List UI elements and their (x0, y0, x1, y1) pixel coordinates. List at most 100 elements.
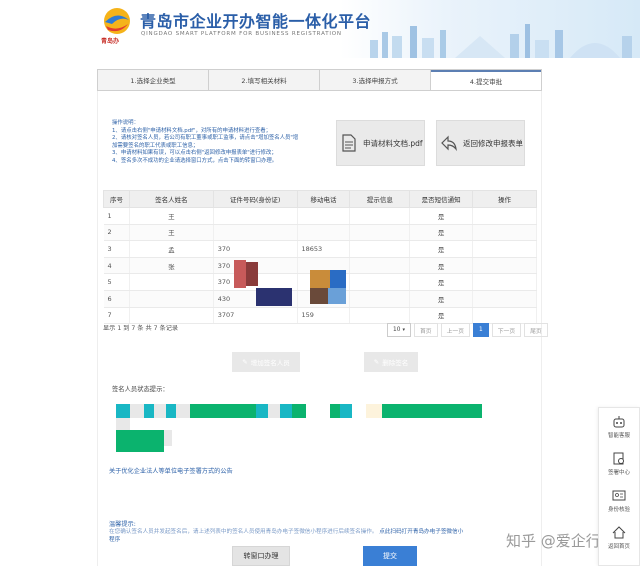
pagination-info: 显示 1 到 7 条 共 7 条记录 (103, 325, 179, 332)
signer-name: 孟 (129, 240, 214, 258)
signer-name (129, 290, 214, 308)
signer-phone (297, 207, 351, 225)
table-row: 1 王 是 (103, 207, 537, 225)
next-page-button[interactable]: 下一页 (491, 323, 522, 337)
signer-tip (349, 307, 411, 325)
hint-body: 在您确认签名人员并发起签名后，请上述列表中的签名人员使用青岛办电子签微信小程序进… (109, 528, 464, 544)
header-banner (340, 0, 640, 58)
smart-service-item[interactable]: 智能客服 (599, 408, 639, 445)
row-number: 2 (103, 224, 130, 242)
row-number: 7 (103, 307, 130, 325)
signer-table: 序号 签名人姓名 证件号码(身份证) 移动电话 提示信息 是否短信通知 操作 1… (103, 190, 537, 325)
row-operation[interactable] (472, 290, 537, 308)
float-item-label: 智能客服 (607, 432, 630, 439)
step-tabs: 1.选择企业类型 2.填写相关材料 3.选择申报方式 4.提交审批 (97, 69, 542, 91)
back-modify-label: 返回修改申报表单 (463, 138, 523, 148)
current-page-button[interactable]: 1 (473, 323, 489, 337)
pdf-document-label: 申请材料文档.pdf (363, 138, 423, 148)
transfer-to-counter-button[interactable]: 转窗口办理 (232, 546, 290, 566)
row-number: 5 (103, 273, 130, 291)
page-size-select[interactable]: 10 ▾ (387, 323, 411, 337)
row-operation[interactable] (472, 224, 537, 242)
return-arrow-icon (441, 135, 457, 152)
instruction-line: 2、请核对签名人员，若公司有职工董事或职工监事，请点击"增加签名人员"增 (112, 135, 299, 142)
sign-center-icon (613, 452, 624, 464)
float-item-label: 返回首页 (607, 543, 630, 550)
sms-notify: 是 (409, 290, 474, 308)
qingdao-logo (104, 8, 130, 34)
instructions-title: 操作说明： (112, 120, 139, 126)
column-header: 是否短信通知 (409, 190, 474, 208)
signer-status-label: 签名人员状态提示： (112, 386, 169, 393)
instruction-line: 4、签名多次不成功的企业请选择窗口方式，点击下面的转窗口办理。 (112, 157, 278, 164)
sms-notify: 是 (409, 307, 474, 325)
sms-notify: 是 (409, 240, 474, 258)
row-number: 6 (103, 290, 130, 308)
signer-name (129, 307, 214, 325)
signer-tip (349, 224, 411, 242)
column-header: 证件号码(身份证) (212, 190, 298, 208)
back-modify-button[interactable]: 返回修改申报表单 (436, 120, 525, 166)
watermark: 知乎 @爱企行 (506, 532, 601, 550)
delete-sign-button[interactable]: ✎ 删除签名 (364, 352, 418, 372)
step-select-method[interactable]: 3.选择申报方式 (320, 70, 431, 90)
sign-center-item[interactable]: 签署中心 (599, 445, 639, 482)
pdf-document-button[interactable]: 申请材料文档.pdf (336, 120, 425, 166)
instructions: 操作说明： 1、请点击右侧"申请材料文档.pdf"，对所有的申请材料进行查看； … (112, 120, 337, 166)
row-operation[interactable] (472, 207, 537, 225)
add-signer-label: 增加签名人员 (250, 359, 290, 367)
identity-check-item[interactable]: 身份核验 (599, 482, 639, 519)
site-header: 青岛办 青岛市企业开办智能一体化平台 QINGDAO SMART PLATFOR… (0, 0, 640, 58)
announcement-link[interactable]: 关于优化企业法人等单位电子签署方式的公告 (109, 466, 233, 475)
row-operation[interactable] (472, 257, 537, 275)
signer-id (213, 224, 298, 242)
signer-phone: 18653 (297, 240, 351, 258)
signer-name: 张 (129, 257, 214, 275)
signer-name: 王 (129, 207, 214, 225)
column-header: 序号 (103, 190, 130, 208)
signer-phone: 159 (297, 307, 351, 325)
edit-icon: ✎ (373, 358, 380, 366)
step-fill-materials[interactable]: 2.填写相关材料 (209, 70, 320, 90)
id-card-icon (612, 490, 626, 500)
signer-id (213, 207, 298, 225)
pagination: 10 ▾ 首页 上一页 1 下一页 尾页 (387, 323, 548, 337)
column-header: 提示信息 (349, 190, 411, 208)
float-item-label: 身份核验 (607, 506, 630, 513)
row-operation[interactable] (472, 273, 537, 291)
sms-notify: 是 (409, 257, 474, 275)
row-operation[interactable] (472, 307, 537, 325)
signer-tip (349, 257, 411, 275)
signer-id: 370 (213, 240, 298, 258)
site-subtitle: QINGDAO SMART PLATFORM FOR BUSINESS REGI… (141, 31, 342, 37)
city-skyline-image (370, 24, 632, 58)
last-page-button[interactable]: 尾页 (524, 323, 548, 337)
signer-name (129, 273, 214, 291)
sms-notify: 是 (409, 273, 474, 291)
row-operation[interactable] (472, 240, 537, 258)
float-item-label: 签署中心 (607, 469, 630, 476)
signer-tip (349, 240, 411, 258)
home-item[interactable]: 返回首页 (599, 519, 639, 556)
first-page-button[interactable]: 首页 (414, 323, 438, 337)
floating-service-menu: 智能客服 签署中心 身份核验 返回首页 (598, 407, 640, 566)
delete-sign-label: 删除签名 (382, 359, 409, 367)
submit-button[interactable]: 提交 (363, 546, 417, 566)
signer-id: 3707 (213, 307, 298, 325)
chevron-down-icon: ▾ (402, 327, 405, 333)
signer-phone (297, 224, 351, 242)
edit-icon: ✎ (242, 358, 248, 366)
signer-tip (349, 290, 411, 308)
page-size-value: 10 (393, 327, 401, 333)
document-icon (342, 134, 356, 152)
step-submit-approval[interactable]: 4.提交审批 (431, 70, 541, 90)
instruction-line: 3、申请材料如果有误，可以点击右侧"返回修改申报表单"进行修改； (112, 150, 277, 157)
add-signer-button[interactable]: ✎ 增加签名人员 (232, 352, 300, 372)
step-select-company-type[interactable]: 1.选择企业类型 (98, 70, 209, 90)
column-header: 签名人姓名 (128, 190, 214, 208)
row-number: 3 (103, 240, 130, 258)
sms-notify: 是 (409, 207, 474, 225)
signer-name: 王 (129, 224, 214, 242)
hint-title: 温馨提示: (109, 521, 136, 528)
prev-page-button[interactable]: 上一页 (440, 323, 471, 337)
